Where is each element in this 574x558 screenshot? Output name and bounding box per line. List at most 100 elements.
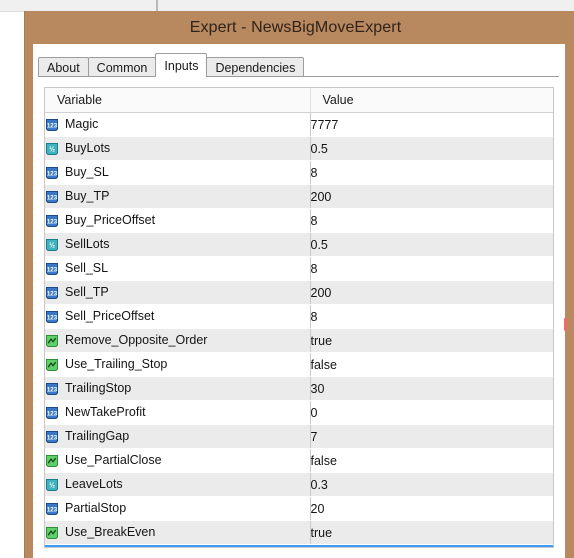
svg-text:½: ½ bbox=[49, 145, 55, 153]
variable-name: PartialStop bbox=[65, 501, 127, 516]
table-row[interactable]: 123 Magic 7777 bbox=[45, 112, 553, 137]
table-row[interactable]: Use_BreakEven true bbox=[45, 520, 553, 545]
cell-variable[interactable]: 123 Magic bbox=[45, 112, 311, 137]
double-icon: ½ bbox=[45, 478, 59, 492]
tab-inputs[interactable]: Inputs bbox=[155, 53, 208, 78]
variable-value: 0 bbox=[310, 405, 318, 420]
double-icon: ½ bbox=[45, 238, 59, 252]
cell-variable[interactable]: 123 TrailingGap bbox=[45, 424, 311, 449]
cell-variable[interactable]: Remove_Opposite_Order bbox=[45, 328, 311, 353]
inputs-table-body: 123 Magic 7777 ½ BuyLots 0.5 123 Buy_SL 8 123 Buy_… bbox=[45, 112, 553, 547]
cell-value[interactable]: 200 bbox=[310, 280, 553, 305]
variable-value: 7 bbox=[310, 429, 318, 444]
bool-icon bbox=[45, 454, 59, 468]
cell-variable[interactable]: 123 Buy_SL bbox=[45, 160, 311, 185]
cell-value[interactable]: 0.5 bbox=[310, 232, 553, 257]
variable-name: Remove_Opposite_Order bbox=[65, 333, 208, 348]
window-client-area: About Common Inputs Dependencies Variable V… bbox=[33, 44, 565, 558]
expert-properties-window: Expert - NewsBigMoveExpert About Common In… bbox=[24, 11, 574, 558]
variable-value: 0.5 bbox=[310, 141, 328, 156]
variable-name: NewTakeProfit bbox=[65, 405, 146, 420]
table-row[interactable]: ½ SellLots 0.5 bbox=[45, 232, 553, 257]
table-row[interactable]: 123 Buy_PriceOffset 8 bbox=[45, 208, 553, 233]
cell-variable[interactable]: 123BreakEvenStop bbox=[45, 544, 311, 547]
cell-variable[interactable]: ½ LeaveLots bbox=[45, 472, 311, 497]
cell-value[interactable]: 0.3 bbox=[310, 472, 553, 497]
cell-variable[interactable]: 123 Sell_SL bbox=[45, 256, 311, 281]
tab-about[interactable]: About bbox=[38, 57, 89, 77]
cell-value[interactable]: 7 bbox=[310, 424, 553, 449]
cell-variable[interactable]: Use_BreakEven bbox=[45, 520, 311, 545]
table-row[interactable]: 123 Buy_SL 8 bbox=[45, 160, 553, 185]
variable-value: 0.3 bbox=[310, 477, 328, 492]
column-header-variable[interactable]: Variable bbox=[45, 88, 311, 113]
variable-value: false bbox=[310, 453, 337, 468]
int-icon: 123 bbox=[45, 214, 59, 228]
cell-value[interactable]: 7777 bbox=[310, 112, 553, 137]
cell-value[interactable]: 30 bbox=[310, 376, 553, 401]
cell-variable[interactable]: 123 TrailingStop bbox=[45, 376, 311, 401]
cell-variable[interactable]: ½ SellLots bbox=[45, 232, 311, 257]
cell-value[interactable]: 8 bbox=[310, 160, 553, 185]
table-row[interactable]: Remove_Opposite_Order true bbox=[45, 328, 553, 353]
cell-value[interactable]: true bbox=[310, 328, 553, 353]
svg-text:123: 123 bbox=[47, 410, 58, 417]
variable-value: 0.5 bbox=[310, 237, 328, 252]
variable-name: Sell_TP bbox=[65, 285, 109, 300]
variable-name: LeaveLots bbox=[65, 477, 123, 492]
cell-variable[interactable]: 123 Buy_TP bbox=[45, 184, 311, 209]
int-icon: 123 bbox=[45, 190, 59, 204]
svg-text:½: ½ bbox=[49, 481, 55, 489]
bool-icon bbox=[45, 334, 59, 348]
cell-value[interactable]: 20 bbox=[310, 544, 553, 547]
table-row[interactable]: ½ LeaveLots 0.3 bbox=[45, 472, 553, 497]
inputs-grid[interactable]: Variable Value 123 Magic 7777 ½ BuyLots 0.5 12… bbox=[44, 87, 554, 548]
cell-value[interactable]: 0.5 bbox=[310, 136, 553, 161]
tab-label: Dependencies bbox=[215, 61, 296, 75]
cell-value[interactable]: 200 bbox=[310, 184, 553, 209]
int-icon: 123 bbox=[45, 430, 59, 444]
int-icon: 123 bbox=[45, 502, 59, 516]
svg-text:123: 123 bbox=[47, 434, 58, 441]
cell-variable[interactable]: 123 NewTakeProfit bbox=[45, 400, 311, 425]
table-row[interactable]: 123 TrailingGap 7 bbox=[45, 424, 553, 449]
table-row[interactable]: 123 Sell_SL 8 bbox=[45, 256, 553, 281]
tab-common[interactable]: Common bbox=[87, 57, 157, 77]
table-row[interactable]: 123 PartialStop 20 bbox=[45, 496, 553, 521]
column-header-value[interactable]: Value bbox=[310, 88, 553, 113]
table-row[interactable]: 123 Sell_PriceOffset 8 bbox=[45, 304, 553, 329]
cell-value[interactable]: 0 bbox=[310, 400, 553, 425]
variable-name: TrailingStop bbox=[65, 381, 132, 396]
cell-variable[interactable]: Use_Trailing_Stop bbox=[45, 352, 311, 377]
cell-value[interactable]: false bbox=[310, 352, 553, 377]
int-icon: 123 bbox=[45, 262, 59, 276]
cell-value[interactable]: 8 bbox=[310, 208, 553, 233]
variable-value: 20 bbox=[310, 501, 325, 516]
cell-value[interactable]: true bbox=[310, 520, 553, 545]
cell-variable[interactable]: 123 PartialStop bbox=[45, 496, 311, 521]
variable-value: 7777 bbox=[310, 117, 339, 132]
cell-value[interactable]: 8 bbox=[310, 256, 553, 281]
table-row[interactable]: 123BreakEvenStop20 bbox=[45, 544, 553, 547]
cell-variable[interactable]: 123 Sell_TP bbox=[45, 280, 311, 305]
table-row[interactable]: 123 NewTakeProfit 0 bbox=[45, 400, 553, 425]
table-row[interactable]: 123 Sell_TP 200 bbox=[45, 280, 553, 305]
table-row[interactable]: 123 Buy_TP 200 bbox=[45, 184, 553, 209]
table-row[interactable]: Use_PartialClose false bbox=[45, 448, 553, 473]
table-row[interactable]: Use_Trailing_Stop false bbox=[45, 352, 553, 377]
cursor-artifact-marker bbox=[564, 318, 567, 331]
cell-variable[interactable]: ½ BuyLots bbox=[45, 136, 311, 161]
tab-dependencies[interactable]: Dependencies bbox=[206, 57, 305, 77]
cell-value[interactable]: false bbox=[310, 448, 553, 473]
cell-value[interactable]: 20 bbox=[310, 496, 553, 521]
cell-variable[interactable]: 123 Sell_PriceOffset bbox=[45, 304, 311, 329]
table-row[interactable]: 123 TrailingStop 30 bbox=[45, 376, 553, 401]
variable-name: Use_Trailing_Stop bbox=[65, 357, 168, 372]
cell-variable[interactable]: Use_PartialClose bbox=[45, 448, 311, 473]
cell-variable[interactable]: 123 Buy_PriceOffset bbox=[45, 208, 311, 233]
inputs-table: Variable Value 123 Magic 7777 ½ BuyLots 0.5 12… bbox=[45, 88, 553, 547]
cell-value[interactable]: 8 bbox=[310, 304, 553, 329]
table-row[interactable]: ½ BuyLots 0.5 bbox=[45, 136, 553, 161]
svg-text:123: 123 bbox=[47, 170, 58, 177]
window-title: Expert - NewsBigMoveExpert bbox=[189, 18, 402, 36]
